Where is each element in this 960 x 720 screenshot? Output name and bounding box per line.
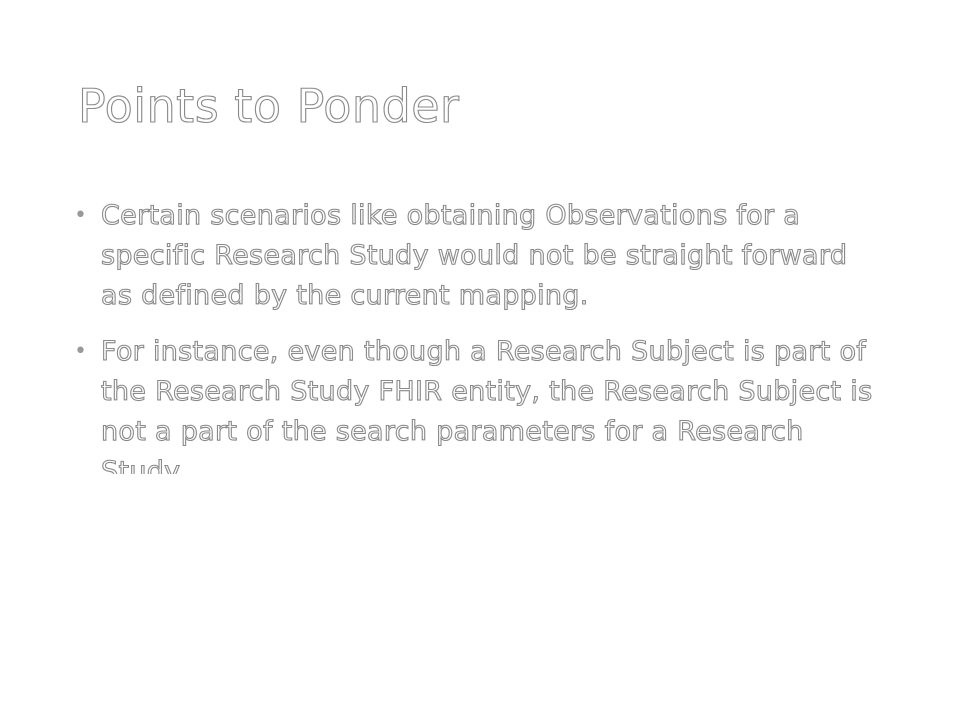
- bullet-item: • For instance, even though a Research S…: [74, 332, 874, 474]
- bullet-text: For instance, even though a Research Sub…: [100, 335, 873, 474]
- slide-title: Points to Ponder: [77, 78, 460, 133]
- bullet-item: • Certain scenarios like obtaining Obser…: [74, 196, 874, 316]
- bullet-marker: •: [74, 339, 88, 364]
- bullet-list: • Certain scenarios like obtaining Obser…: [74, 196, 874, 474]
- bullet-text: Certain scenarios like obtaining Observa…: [100, 199, 848, 311]
- bullet-marker: •: [74, 203, 88, 228]
- slide: Points to Ponder • Certain scenarios lik…: [0, 0, 960, 720]
